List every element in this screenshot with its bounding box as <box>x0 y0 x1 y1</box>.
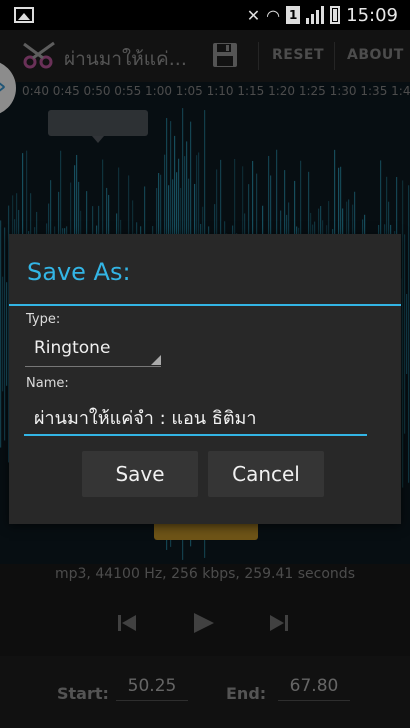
status-icons: ✕ ◠ 1 15:09 <box>247 4 398 26</box>
type-dropdown[interactable]: Ringtone <box>25 330 161 367</box>
save-as-dialog: Save As: Type: Ringtone Name: ผ่านมาให้แ… <box>9 234 401 524</box>
dialog-divider <box>9 304 401 306</box>
clock: 15:09 <box>346 4 398 26</box>
cancel-button[interactable]: Cancel <box>208 451 324 497</box>
name-input[interactable]: ผ่านมาให้แค่จำ : แอน ธิติมา <box>24 398 367 436</box>
sim-slot: 1 <box>286 6 301 24</box>
signal-icon <box>306 6 325 24</box>
mute-icon: ✕ <box>246 5 261 25</box>
image-icon <box>14 7 34 23</box>
battery-icon <box>330 6 341 24</box>
name-input-value: ผ่านมาให้แค่จำ : แอน ธิติมา <box>34 408 257 429</box>
name-label: Name: <box>26 376 69 391</box>
save-button[interactable]: Save <box>82 451 198 497</box>
wifi-icon: ◠ <box>266 5 281 25</box>
type-label: Type: <box>26 312 61 327</box>
dialog-title: Save As: <box>27 258 131 286</box>
status-bar: ✕ ◠ 1 15:09 <box>0 0 410 30</box>
dropdown-arrow-icon <box>151 355 161 365</box>
type-selected: Ringtone <box>34 338 111 358</box>
